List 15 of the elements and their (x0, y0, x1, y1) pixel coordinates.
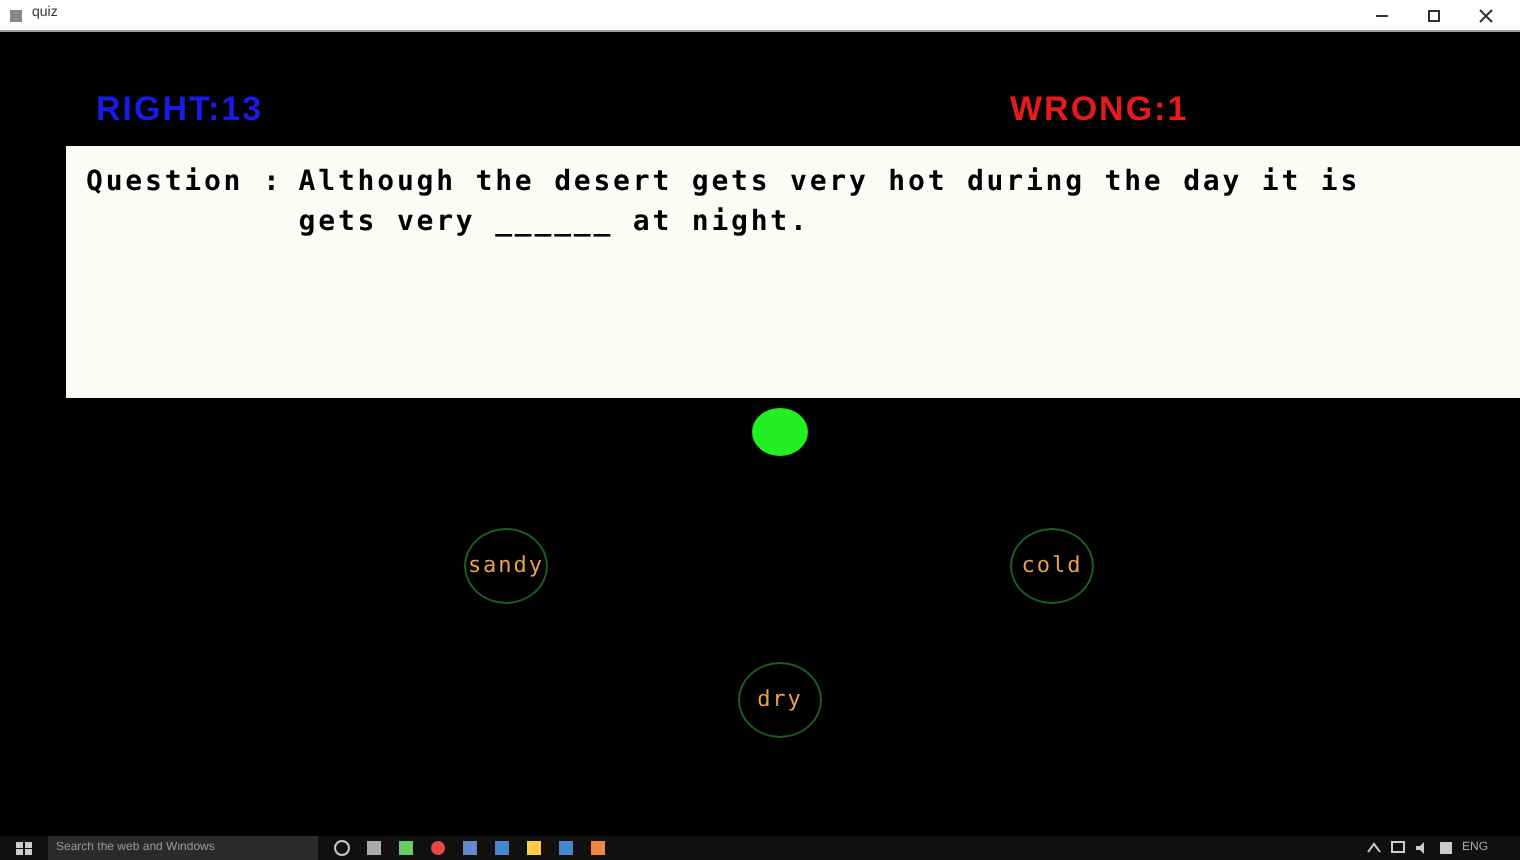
answer-option[interactable]: cold (1010, 528, 1094, 604)
network-icon[interactable] (1389, 840, 1406, 856)
answer-option[interactable]: sandy (464, 528, 548, 604)
speaker-icon[interactable] (1413, 840, 1430, 856)
question-label: Question : (86, 164, 283, 202)
answer-option[interactable]: dry (738, 662, 822, 738)
status-dot (752, 408, 808, 456)
question-text: Although the desert gets very hot during the day it is gets very ______ at night. (298, 164, 1363, 242)
app-icon[interactable] (398, 840, 414, 856)
app-icon (8, 7, 24, 23)
task-view-icon[interactable] (334, 840, 350, 856)
start-icon[interactable] (16, 840, 32, 856)
right-score: RIGHT:13 (96, 88, 264, 132)
chevron-up-icon[interactable] (1365, 840, 1382, 856)
wrong-score: WRONG:1 (1010, 88, 1189, 132)
